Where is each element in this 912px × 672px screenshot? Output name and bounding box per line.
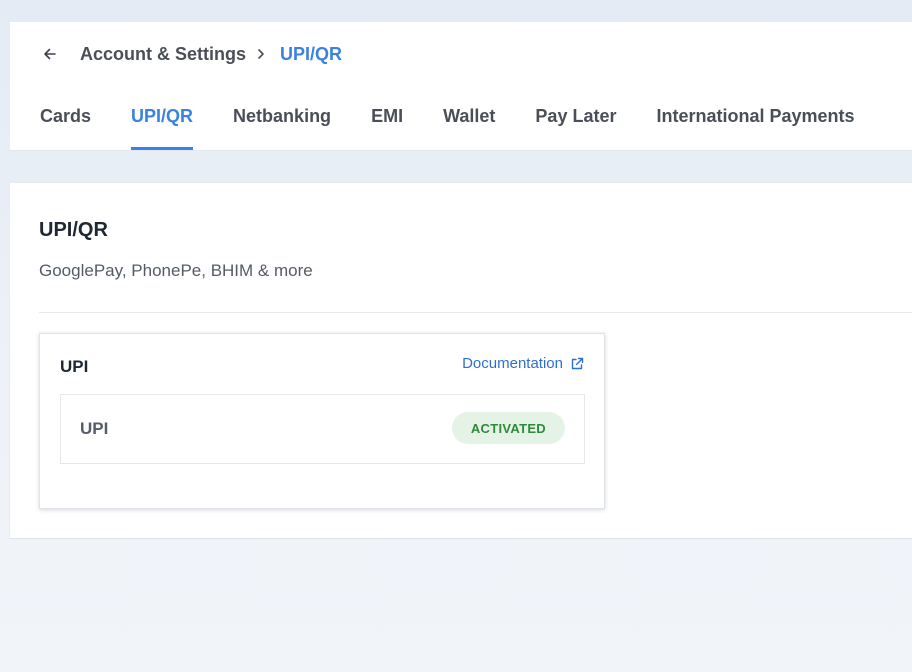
breadcrumb: Account & Settings UPI/QR	[40, 42, 342, 66]
tab-emi[interactable]: EMI	[371, 96, 403, 150]
breadcrumb-current: UPI/QR	[280, 43, 343, 64]
upi-method-row: UPI ACTIVATED	[60, 394, 585, 464]
status-badge: ACTIVATED	[451, 412, 565, 444]
tab-pay-later[interactable]: Pay Later	[535, 96, 616, 150]
header-panel: Account & Settings UPI/QR Cards UPI/QR N…	[10, 22, 912, 151]
documentation-link-label: Documentation	[462, 355, 563, 372]
arrow-left-icon	[44, 48, 56, 60]
upi-card: UPI Documentation UPI ACTIVATED	[39, 333, 605, 509]
main-panel: UPI/QR GooglePay, PhonePe, BHIM & more U…	[9, 182, 912, 539]
documentation-link[interactable]: Documentation	[462, 355, 584, 372]
chevron-right-icon	[256, 48, 266, 60]
back-button[interactable]	[40, 42, 60, 66]
breadcrumb-parent-link[interactable]: Account & Settings	[80, 44, 246, 65]
divider	[39, 312, 912, 313]
external-link-icon	[570, 357, 584, 371]
section-title: UPI/QR	[39, 219, 108, 241]
tab-cards[interactable]: Cards	[40, 96, 91, 150]
tab-international-payments[interactable]: International Payments	[656, 96, 854, 150]
method-name: UPI	[80, 419, 109, 438]
card-title: UPI	[60, 357, 89, 376]
tab-upi-qr[interactable]: UPI/QR	[131, 96, 194, 150]
section-subtitle: GooglePay, PhonePe, BHIM & more	[39, 261, 313, 280]
tab-netbanking[interactable]: Netbanking	[233, 96, 331, 150]
tab-wallet[interactable]: Wallet	[443, 96, 495, 150]
payment-method-tabs: Cards UPI/QR Netbanking EMI Wallet Pay L…	[40, 96, 895, 150]
